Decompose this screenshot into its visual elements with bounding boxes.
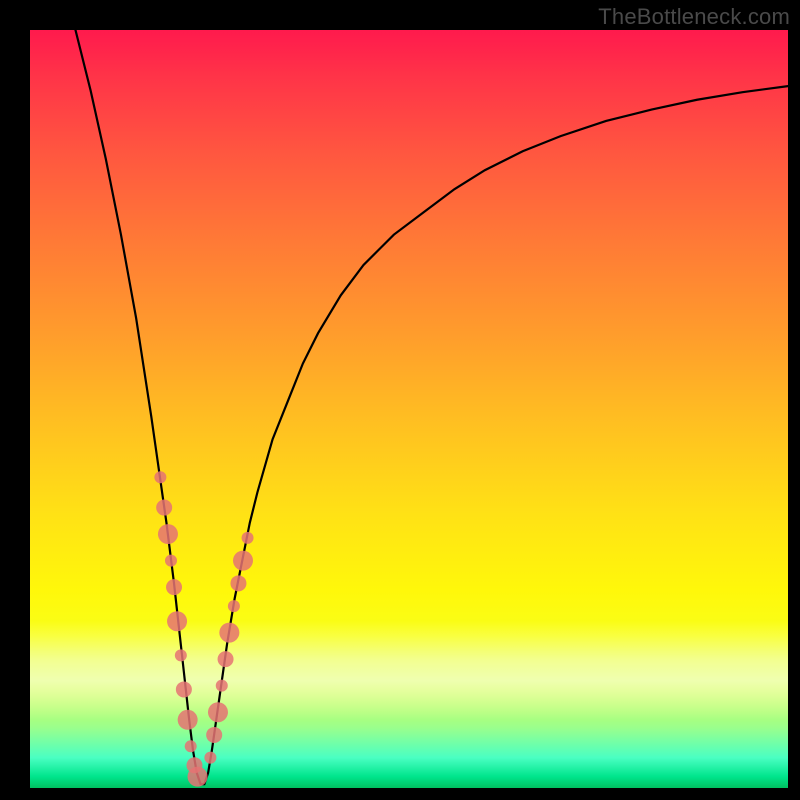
highlight-dot (176, 681, 192, 697)
curve-layer (30, 30, 788, 788)
highlight-dot (158, 524, 178, 544)
plot-area (30, 30, 788, 788)
highlight-dot (166, 579, 182, 595)
highlight-dot (175, 649, 187, 661)
bottleneck-curve (75, 30, 788, 784)
highlight-dot (206, 727, 222, 743)
highlight-dot (204, 752, 216, 764)
highlight-dot (218, 651, 234, 667)
watermark-text: TheBottleneck.com (598, 4, 790, 30)
highlight-dot (188, 767, 208, 787)
highlight-dot (216, 680, 228, 692)
highlight-dot (165, 555, 177, 567)
highlight-dot (233, 551, 253, 571)
highlight-dot (219, 623, 239, 643)
highlight-dot (178, 710, 198, 730)
highlight-dots-left (154, 471, 207, 786)
highlight-dot (156, 500, 172, 516)
highlight-dots-right (204, 532, 253, 764)
highlight-dot (242, 532, 254, 544)
highlight-dot (185, 740, 197, 752)
highlight-dot (167, 611, 187, 631)
highlight-dot (208, 702, 228, 722)
highlight-dot (230, 575, 246, 591)
highlight-dot (228, 600, 240, 612)
highlight-dot (154, 471, 166, 483)
chart-frame: TheBottleneck.com (0, 0, 800, 800)
